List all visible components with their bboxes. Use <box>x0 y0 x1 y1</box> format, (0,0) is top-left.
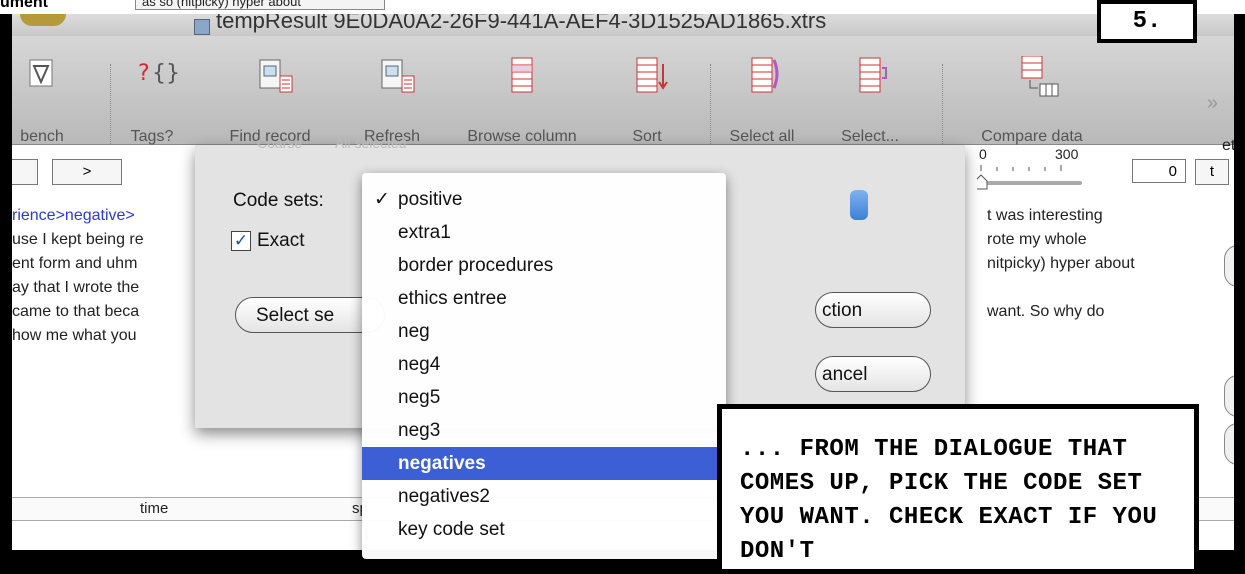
menu-item[interactable]: key code set <box>362 513 726 546</box>
toolbar-find-record-button[interactable]: Find record <box>230 56 310 145</box>
toolbar: bench ?{} Tags? Find record Refresh Brow… <box>12 36 1234 154</box>
toolbar-separator <box>710 64 711 154</box>
transcript-line: use I kept being re <box>12 231 144 248</box>
ruler-start-label: 0 <box>979 146 987 162</box>
transcript-line: ay that I wrote the <box>12 279 140 296</box>
column-header-time[interactable]: time <box>140 500 168 517</box>
menu-item[interactable]: extra1 <box>362 216 726 249</box>
select-section-button[interactable]: ction <box>815 292 931 328</box>
select-icon <box>856 56 887 93</box>
exact-label: Exact <box>257 230 305 251</box>
previous-panel-field: as so (nitpicky) hyper about <box>135 0 385 10</box>
time-ruler[interactable]: 0 300 <box>977 145 1227 205</box>
transcript-line: came to that beca <box>12 303 140 320</box>
menu-item[interactable]: neg4 <box>362 348 726 381</box>
tags-icon: ?{} <box>138 56 180 92</box>
toolbar-tags-button[interactable]: ?{} Tags? <box>122 56 182 145</box>
popup-stepper[interactable] <box>850 190 868 220</box>
title-bar: tempResult 9E0DA0A2-26F9-441A-AEF4-3D152… <box>12 14 1234 36</box>
time-value-field[interactable]: 0 <box>1132 159 1186 183</box>
toolbar-bench-button[interactable]: bench <box>12 56 72 145</box>
window-control-icon[interactable] <box>20 14 66 26</box>
faded-tab-all-selected: All selected <box>335 135 407 151</box>
toolbar-select-button[interactable]: Select... <box>840 56 900 145</box>
window-title: tempResult 9E0DA0A2-26F9-441A-AEF4-3D152… <box>216 14 827 33</box>
ruler-end-label: 300 <box>1055 146 1079 162</box>
svg-text:{}: {} <box>152 61 178 86</box>
toolbar-sort-button[interactable]: Sort <box>617 56 677 145</box>
toolbar-browse-column-button[interactable]: Browse column <box>467 56 577 145</box>
transcript-line: want. So why do <box>987 303 1105 320</box>
menu-item[interactable]: neg5 <box>362 381 726 414</box>
compare-data-icon <box>1018 55 1059 97</box>
code-sets-label: Code sets: <box>233 190 324 211</box>
sort-icon <box>633 56 668 93</box>
transcript-line: t was interesting <box>987 207 1103 224</box>
menu-item-selected[interactable]: negatives <box>362 447 726 480</box>
side-control[interactable] <box>1224 375 1234 417</box>
toolbar-compare-data-button[interactable]: Compare data <box>981 55 1083 145</box>
side-control[interactable] <box>1224 245 1234 287</box>
comic-frame: ument as so (nitpicky) hyper about tempR… <box>0 0 1245 574</box>
workbench-icon <box>28 56 56 92</box>
cancel-button[interactable]: ancel <box>815 356 931 392</box>
instruction-caption: ... from the dialogue that comes up, pic… <box>717 404 1199 574</box>
transcript-line: how me what you <box>12 327 137 344</box>
side-letters: et <box>1222 137 1234 154</box>
find-record-icon <box>256 56 293 93</box>
menu-item[interactable]: negatives2 <box>362 480 726 513</box>
transcript-line[interactable]: rience>negative> <box>12 207 135 225</box>
select-all-icon <box>748 56 779 93</box>
exact-checkbox[interactable]: ✓ <box>231 231 251 251</box>
toolbar-separator <box>110 64 111 154</box>
refresh-icon <box>378 56 415 93</box>
faded-tab-coarse: Coarse <box>257 135 303 151</box>
menu-item[interactable]: neg <box>362 315 726 348</box>
side-control[interactable] <box>1224 423 1234 465</box>
nav-prev-button[interactable] <box>12 159 38 185</box>
toolbar-overflow-icon[interactable]: » <box>1207 92 1218 115</box>
transcript-line: rote my whole <box>987 231 1087 248</box>
document-icon <box>194 19 210 35</box>
checkmark-icon: ✓ <box>374 189 390 210</box>
toolbar-select-all-button[interactable]: Select all <box>730 56 794 145</box>
menu-item[interactable]: border procedures <box>362 249 726 282</box>
step-number-box: 5. <box>1097 0 1197 43</box>
previous-panel-strip: ument as so (nitpicky) hyper about <box>0 0 1245 14</box>
t-button[interactable]: t <box>1195 159 1229 185</box>
previous-panel-label: ument <box>0 0 48 11</box>
menu-item[interactable]: ✓ positive <box>362 183 726 216</box>
transcript-line: nitpicky) hyper about <box>987 255 1135 272</box>
menu-item[interactable]: ethics entree <box>362 282 726 315</box>
svg-text:?: ? <box>138 61 150 86</box>
toolbar-refresh-button[interactable]: Refresh <box>362 56 422 145</box>
transcript-line: ent form and uhm <box>12 255 138 272</box>
browse-column-icon <box>508 56 536 93</box>
toolbar-separator <box>942 64 943 154</box>
menu-item[interactable]: neg3 <box>362 414 726 447</box>
nav-next-button[interactable]: > <box>52 159 122 185</box>
code-set-dropdown: ✓ positive extra1 border procedures ethic… <box>362 173 726 559</box>
